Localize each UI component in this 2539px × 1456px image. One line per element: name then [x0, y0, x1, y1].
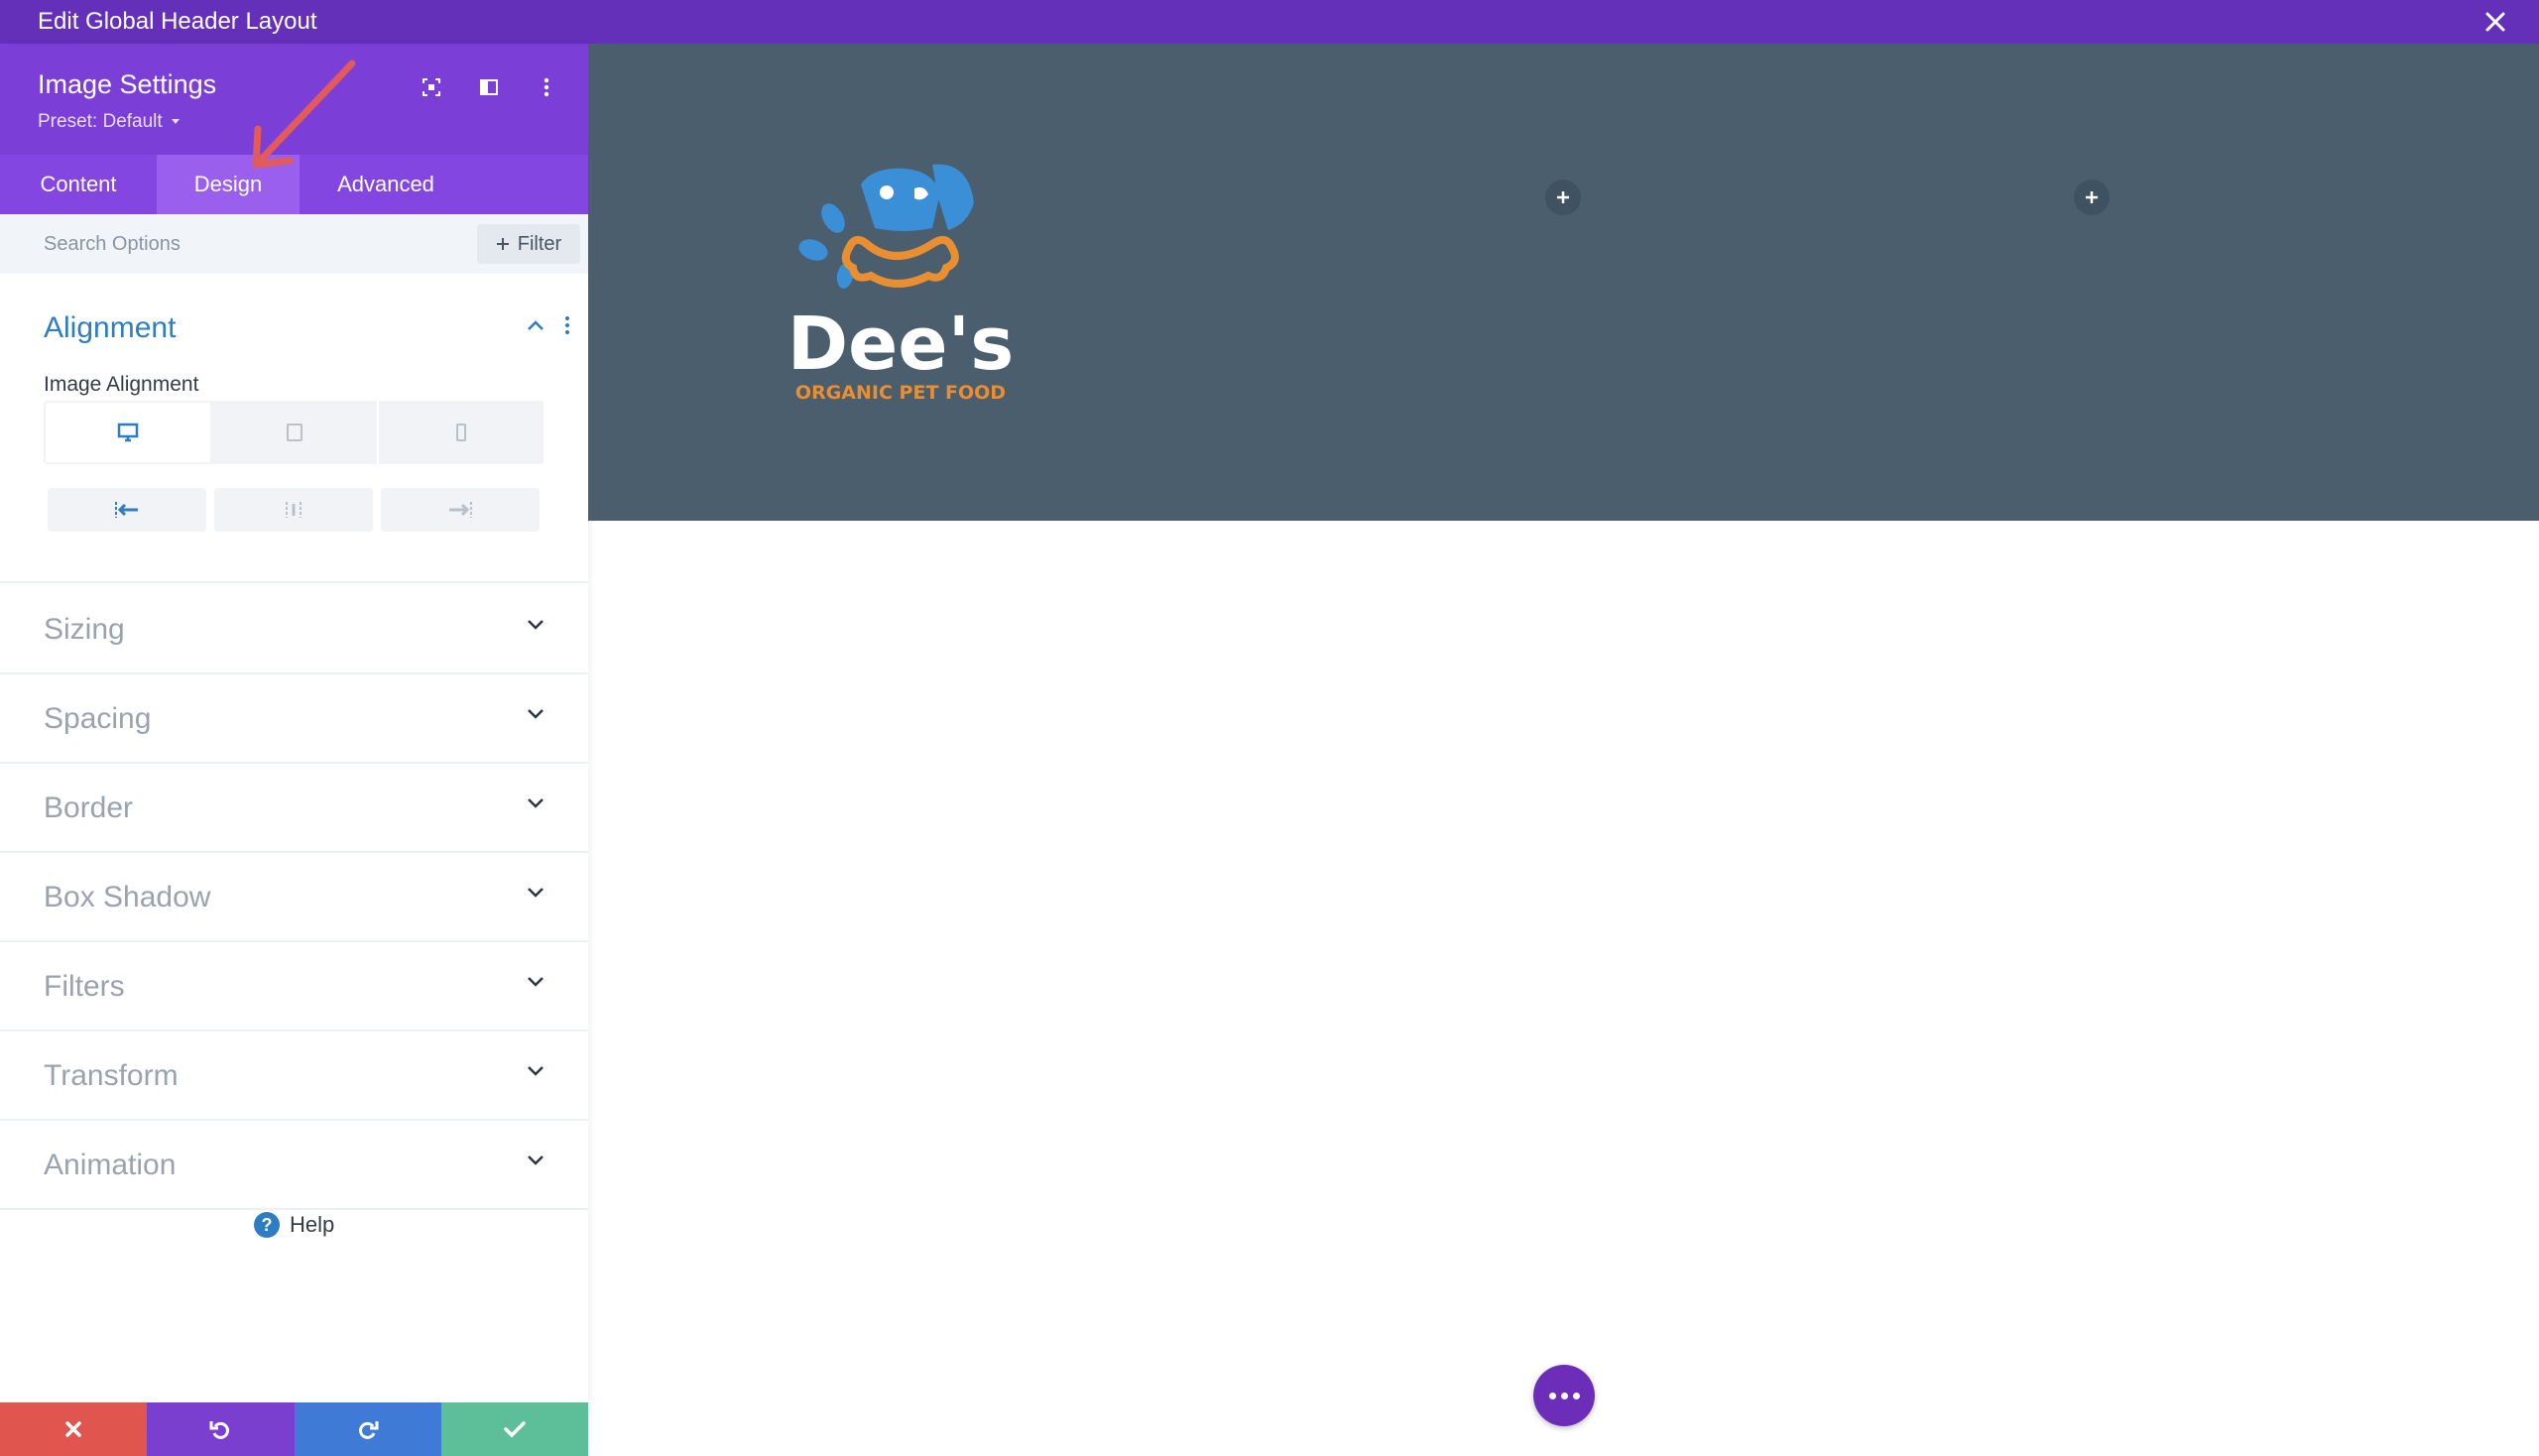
redo-icon	[358, 1421, 379, 1439]
undo-button[interactable]	[147, 1402, 295, 1456]
discard-button[interactable]	[0, 1402, 148, 1456]
device-tabs	[44, 401, 544, 464]
chevron-up-icon[interactable]	[527, 319, 544, 331]
preset-label: Preset: Default	[38, 111, 163, 132]
section-alignment: Alignment Image Alignment	[0, 274, 588, 583]
add-module-button[interactable]	[1545, 180, 1581, 215]
section-title: Border	[44, 791, 134, 824]
section-title: Transform	[44, 1059, 179, 1092]
section-transform[interactable]: Transform	[0, 1031, 588, 1121]
section-title: Animation	[44, 1149, 177, 1181]
preset-dropdown[interactable]: Preset: Default	[38, 111, 181, 133]
section-title: Spacing	[44, 702, 152, 735]
plus-icon	[2086, 191, 2098, 203]
chevron-down-icon	[528, 798, 544, 808]
filter-button[interactable]: Filter	[477, 224, 580, 264]
plus-icon	[496, 238, 509, 250]
page-settings-button[interactable]	[1533, 1365, 1595, 1426]
settings-panel: Image Settings Preset: Default Content D…	[0, 44, 588, 1456]
redo-button[interactable]	[294, 1402, 441, 1456]
dot	[1548, 1392, 1556, 1399]
chevron-down-icon	[528, 620, 544, 630]
window-title: Edit Global Header Layout	[38, 8, 317, 35]
panel-header: Image Settings Preset: Default	[0, 44, 588, 155]
logo-tagline: ORGANIC PET FOOD	[795, 382, 1006, 404]
device-tab-desktop[interactable]	[44, 401, 212, 464]
dees-logo[interactable]: Dee's ORGANIC PET FOOD	[784, 159, 1018, 407]
chevron-down-icon	[528, 977, 544, 987]
align-center-icon	[286, 502, 302, 518]
dot	[1572, 1392, 1580, 1399]
help-label: Help	[290, 1212, 335, 1237]
header-preview: Dee's ORGANIC PET FOOD	[588, 44, 2539, 521]
device-tab-tablet[interactable]	[212, 401, 379, 464]
fullscreen-icon	[423, 78, 440, 96]
split-view-button[interactable]	[471, 69, 507, 105]
desktop-icon	[117, 423, 139, 442]
logo-wordmark: Dee's	[787, 302, 1015, 387]
plus-icon	[1557, 191, 1569, 203]
section-animation[interactable]: Animation	[0, 1121, 588, 1210]
chevron-down-icon	[528, 888, 544, 898]
chevron-down-icon	[528, 1066, 544, 1076]
tab-content[interactable]: Content	[0, 155, 157, 214]
align-right-icon	[449, 502, 472, 518]
section-border[interactable]: Border	[0, 764, 588, 853]
align-left-icon	[115, 502, 138, 518]
settings-tabs: Content Design Advanced	[0, 155, 588, 214]
undo-icon	[209, 1421, 230, 1439]
bottom-action-bar	[0, 1402, 588, 1456]
tablet-icon	[287, 424, 302, 441]
image-alignment-label: Image Alignment	[44, 373, 199, 396]
device-tab-phone[interactable]	[379, 401, 544, 464]
close-button[interactable]	[2479, 6, 2511, 38]
search-input[interactable]	[44, 232, 401, 256]
phone-icon	[456, 424, 466, 441]
dot	[1560, 1392, 1568, 1399]
close-icon	[2485, 12, 2505, 32]
section-title-alignment[interactable]: Alignment	[44, 311, 176, 345]
section-title: Sizing	[44, 613, 125, 646]
caret-down-icon	[171, 119, 180, 124]
more-vertical-icon	[544, 77, 549, 97]
image-alignment-options	[48, 488, 540, 532]
check-icon	[504, 1421, 526, 1438]
more-options-button[interactable]	[529, 69, 564, 105]
align-center-button[interactable]	[214, 488, 373, 532]
chevron-down-icon	[528, 1155, 544, 1165]
panel-title: Image Settings	[38, 69, 217, 99]
align-right-button[interactable]	[381, 488, 540, 532]
chevron-down-icon	[528, 709, 544, 719]
help-icon: ?	[254, 1212, 280, 1238]
section-box-shadow[interactable]: Box Shadow	[0, 853, 588, 942]
tab-advanced[interactable]: Advanced	[300, 155, 472, 214]
columns-icon	[480, 79, 498, 95]
help-link[interactable]: ? Help	[254, 1212, 334, 1238]
save-button[interactable]	[440, 1402, 588, 1456]
more-vertical-icon[interactable]	[564, 315, 570, 335]
section-sizing[interactable]: Sizing	[0, 585, 588, 674]
tab-design[interactable]: Design	[157, 155, 300, 214]
add-module-button[interactable]	[2074, 180, 2110, 215]
section-title: Box Shadow	[44, 881, 211, 913]
search-bar: Filter	[0, 214, 588, 274]
filter-label: Filter	[517, 232, 562, 255]
section-title: Filters	[44, 970, 125, 1003]
fullscreen-button[interactable]	[414, 69, 449, 105]
x-icon	[65, 1421, 81, 1437]
window-titlebar: Edit Global Header Layout	[0, 0, 2539, 44]
section-spacing[interactable]: Spacing	[0, 674, 588, 764]
section-filters[interactable]: Filters	[0, 942, 588, 1031]
align-left-button[interactable]	[48, 488, 206, 532]
